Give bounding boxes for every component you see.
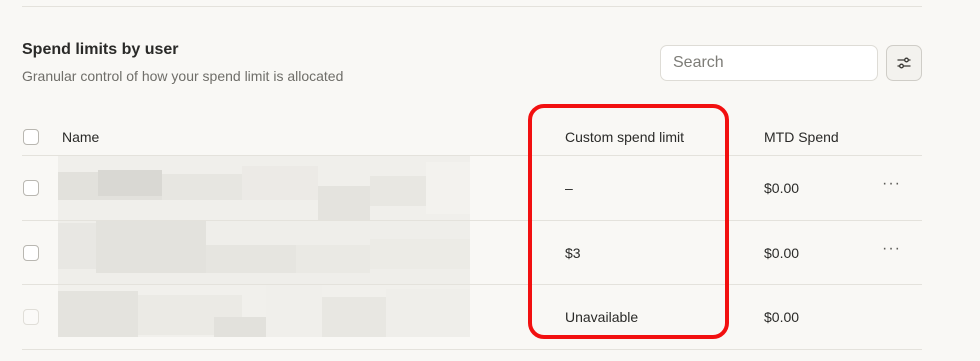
- more-horizontal-icon[interactable]: ···: [882, 175, 901, 193]
- column-header-name[interactable]: Name: [62, 129, 99, 145]
- table-header-row: Name Custom spend limit MTD Spend: [22, 113, 922, 156]
- table-row: Unavailable $0.00: [22, 285, 922, 350]
- row-checkbox[interactable]: [23, 244, 39, 261]
- spend-limits-panel: Spend limits by user Granular control of…: [0, 0, 980, 361]
- redacted-user-name: [58, 156, 470, 220]
- select-all-checkbox[interactable]: [23, 129, 39, 145]
- column-header-custom-limit[interactable]: Custom spend limit: [565, 129, 684, 145]
- table-row: $3 $0.00 ···: [22, 220, 922, 285]
- section-subtitle: Granular control of how your spend limit…: [22, 68, 344, 84]
- filter-button[interactable]: [886, 45, 922, 81]
- redacted-user-name: [58, 220, 470, 284]
- divider: [22, 6, 922, 7]
- row-checkbox: [23, 309, 39, 325]
- custom-limit-value: –: [565, 180, 573, 196]
- table-row: – $0.00 ···: [22, 156, 922, 221]
- search-input[interactable]: [660, 45, 878, 81]
- user-spend-table: Name Custom spend limit MTD Spend – $0.0…: [22, 113, 922, 350]
- column-header-mtd-spend[interactable]: MTD Spend: [764, 129, 839, 145]
- mtd-spend-value: $0.00: [764, 244, 800, 261]
- redacted-user-name: [58, 285, 470, 349]
- more-horizontal-icon[interactable]: ···: [882, 240, 901, 258]
- mtd-spend-value: $0.00: [764, 309, 800, 325]
- section-title: Spend limits by user: [22, 41, 179, 58]
- custom-limit-value: $3: [565, 244, 581, 261]
- custom-limit-value: Unavailable: [565, 309, 639, 325]
- sliders-icon: [897, 57, 911, 69]
- mtd-spend-value: $0.00: [764, 180, 800, 196]
- row-checkbox[interactable]: [23, 180, 39, 196]
